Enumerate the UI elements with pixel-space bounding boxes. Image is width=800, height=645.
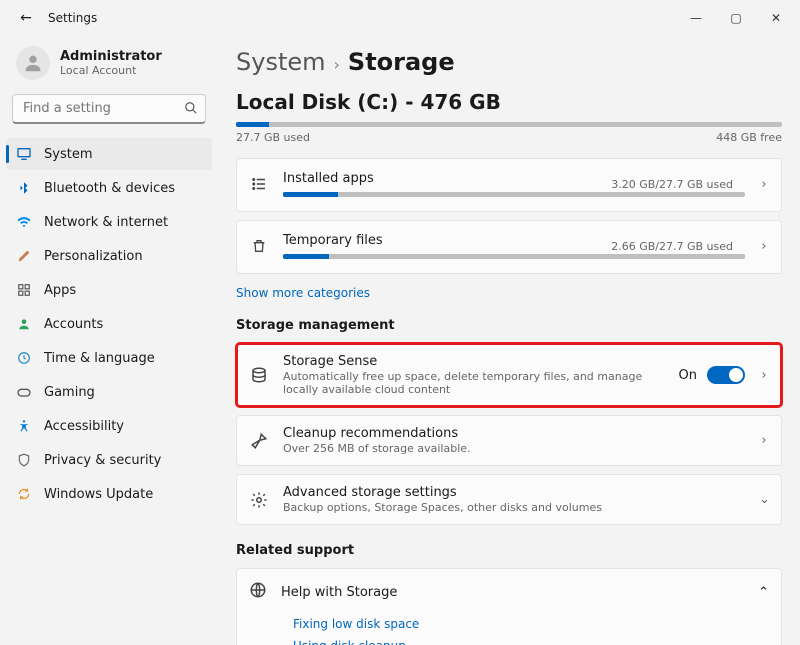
bluetooth-icon (16, 181, 32, 195)
sidebar-item-label: Accounts (44, 317, 103, 332)
category-temporary-files[interactable]: Temporary files 2.66 GB/27.7 GB used › (236, 220, 782, 274)
gaming-icon (16, 384, 32, 400)
sidebar-item-accessibility[interactable]: Accessibility (6, 410, 212, 442)
help-link-low-disk[interactable]: Fixing low disk space (293, 617, 769, 631)
category-fill (283, 254, 329, 259)
window-controls: — ▢ ✕ (676, 11, 796, 25)
search-wrap (12, 94, 206, 124)
disk-usage-bar (236, 122, 782, 127)
disk-icon (249, 366, 269, 384)
sidebar-item-apps[interactable]: Apps (6, 274, 212, 306)
sidebar-item-label: Accessibility (44, 419, 124, 434)
help-title: Help with Storage (281, 585, 744, 600)
chevron-right-icon: › (759, 239, 769, 254)
related-support-heading: Related support (236, 543, 782, 558)
sidebar-item-network[interactable]: Network & internet (6, 206, 212, 238)
disk-usage-labels: 27.7 GB used 448 GB free (236, 131, 782, 144)
sidebar: Administrator Local Account System Bluet… (0, 36, 218, 645)
advanced-title: Advanced storage settings (283, 485, 745, 500)
disk-used-label: 27.7 GB used (236, 131, 310, 144)
search-icon (184, 101, 198, 119)
storage-management-heading: Storage management (236, 318, 782, 333)
sidebar-item-system[interactable]: System (6, 138, 212, 170)
sidebar-item-label: Windows Update (44, 487, 153, 502)
sidebar-item-label: Time & language (44, 351, 155, 366)
storage-sense-desc: Automatically free up space, delete temp… (283, 370, 665, 396)
advanced-desc: Backup options, Storage Spaces, other di… (283, 501, 745, 514)
maximize-button[interactable]: ▢ (716, 11, 756, 25)
chevron-right-icon: › (759, 368, 769, 383)
storage-sense-card[interactable]: Storage Sense Automatically free up spac… (236, 343, 782, 407)
update-icon (16, 487, 32, 501)
main-content: System › Storage Local Disk (C:) - 476 G… (218, 36, 800, 645)
broom-icon (249, 432, 269, 450)
title-bar: ← Settings — ▢ ✕ (0, 0, 800, 36)
account-header[interactable]: Administrator Local Account (6, 44, 212, 94)
chevron-up-icon: ⌃ (758, 585, 769, 600)
sidebar-item-label: Apps (44, 283, 76, 298)
sidebar-item-label: Network & internet (44, 215, 168, 230)
disk-title: Local Disk (C:) - 476 GB (236, 90, 782, 114)
help-link-disk-cleanup[interactable]: Using disk cleanup (293, 639, 769, 645)
cleanup-desc: Over 256 MB of storage available. (283, 442, 745, 455)
sidebar-item-bluetooth[interactable]: Bluetooth & devices (6, 172, 212, 204)
person-icon (16, 317, 32, 331)
close-button[interactable]: ✕ (756, 11, 796, 25)
accessibility-icon (16, 419, 32, 433)
show-more-categories-link[interactable]: Show more categories (236, 286, 370, 300)
toggle-state-label: On (679, 368, 697, 383)
disk-free-label: 448 GB free (716, 131, 782, 144)
cleanup-recommendations-card[interactable]: Cleanup recommendations Over 256 MB of s… (236, 415, 782, 466)
disk-usage-fill (236, 122, 269, 127)
sidebar-item-time-language[interactable]: Time & language (6, 342, 212, 374)
category-fill (283, 192, 338, 197)
sidebar-item-label: Privacy & security (44, 453, 161, 468)
shield-icon (16, 453, 32, 467)
system-icon (16, 146, 32, 162)
storage-sense-toggle[interactable] (707, 366, 745, 384)
clock-icon (16, 351, 32, 365)
help-header[interactable]: Help with Storage ⌃ (249, 581, 769, 603)
user-account-type: Local Account (60, 64, 162, 77)
chevron-right-icon: › (759, 177, 769, 192)
gear-icon (249, 491, 269, 509)
sidebar-item-label: Bluetooth & devices (44, 181, 175, 196)
sidebar-nav: System Bluetooth & devices Network & int… (6, 138, 212, 510)
minimize-button[interactable]: — (676, 11, 716, 25)
help-card: Help with Storage ⌃ Fixing low disk spac… (236, 568, 782, 645)
sidebar-item-label: Personalization (44, 249, 143, 264)
sidebar-item-accounts[interactable]: Accounts (6, 308, 212, 340)
chevron-right-icon: › (334, 55, 340, 74)
globe-icon (249, 581, 267, 603)
cleanup-title: Cleanup recommendations (283, 426, 745, 441)
sidebar-item-gaming[interactable]: Gaming (6, 376, 212, 408)
storage-sense-title: Storage Sense (283, 354, 665, 369)
apps-icon (16, 283, 32, 297)
sidebar-item-privacy[interactable]: Privacy & security (6, 444, 212, 476)
search-input[interactable] (12, 94, 206, 124)
window-title: Settings (40, 11, 676, 25)
advanced-storage-card[interactable]: Advanced storage settings Backup options… (236, 474, 782, 525)
category-usage: 2.66 GB/27.7 GB used (611, 240, 733, 253)
page-title: Storage (348, 48, 455, 76)
chevron-down-icon: ⌄ (759, 492, 769, 507)
sidebar-item-label: Gaming (44, 385, 95, 400)
sidebar-item-personalization[interactable]: Personalization (6, 240, 212, 272)
sidebar-item-windows-update[interactable]: Windows Update (6, 478, 212, 510)
wifi-icon (16, 214, 32, 230)
breadcrumb: System › Storage (236, 48, 782, 76)
trash-icon (249, 238, 269, 254)
category-installed-apps[interactable]: Installed apps 3.20 GB/27.7 GB used › (236, 158, 782, 212)
sidebar-item-label: System (44, 147, 92, 162)
avatar-icon (16, 46, 50, 80)
user-name: Administrator (60, 49, 162, 64)
category-usage: 3.20 GB/27.7 GB used (611, 178, 733, 191)
breadcrumb-root[interactable]: System (236, 48, 326, 76)
back-button[interactable]: ← (12, 10, 40, 26)
apps-list-icon (249, 175, 269, 193)
brush-icon (16, 248, 32, 264)
chevron-right-icon: › (759, 433, 769, 448)
